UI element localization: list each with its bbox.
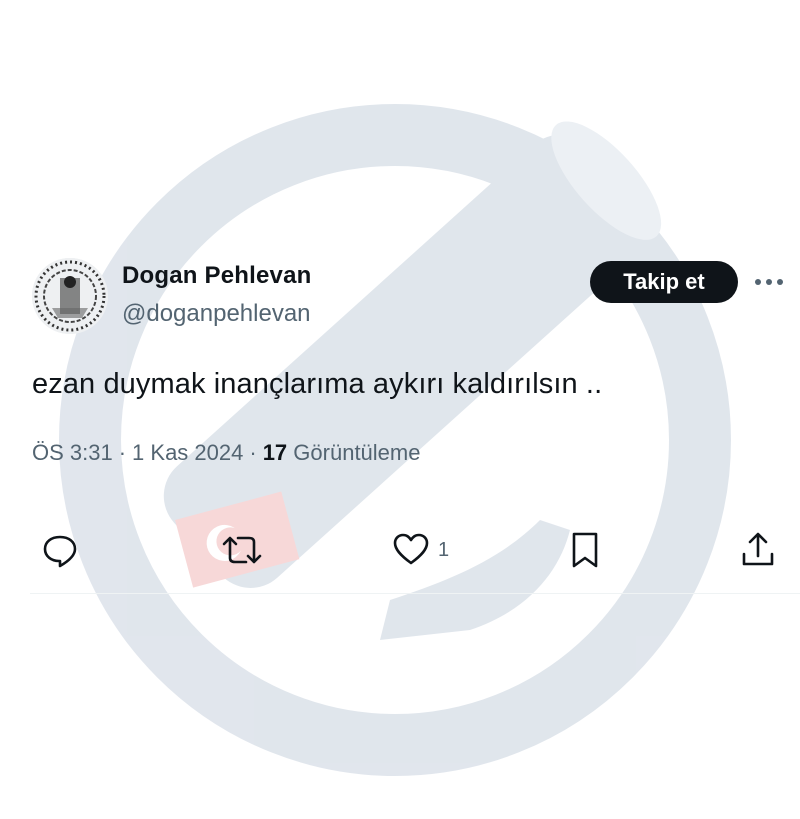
meta-separator: · <box>118 440 127 465</box>
tweet-card: Dogan Pehlevan @doganpehlevan Takip et e… <box>0 0 800 819</box>
author-handle[interactable]: @doganpehlevan <box>122 300 311 328</box>
share-icon <box>742 532 774 566</box>
avatar[interactable] <box>32 258 108 334</box>
tweet-time[interactable]: ÖS 3:31 <box>32 440 113 465</box>
divider <box>30 593 800 594</box>
share-button[interactable] <box>738 528 778 572</box>
tweet-text: ezan duymak inançlarıma aykırı kaldırıls… <box>32 368 603 400</box>
more-options-icon[interactable] <box>752 270 786 294</box>
like-count: 1 <box>438 538 450 561</box>
heart-icon <box>393 533 429 565</box>
tweet-actions-bar: 1 <box>0 528 800 572</box>
avatar-image <box>32 258 108 334</box>
bookmark-button[interactable] <box>566 528 604 572</box>
reply-button[interactable] <box>40 528 80 572</box>
views-count: 17 <box>262 440 288 465</box>
retweet-icon <box>222 536 262 564</box>
meta-separator: · <box>249 440 257 465</box>
retweet-button[interactable] <box>216 528 268 572</box>
tweet-meta: ÖS 3:31 · 1 Kas 2024 · 17 Görüntüleme <box>32 440 420 466</box>
views-label: Görüntüleme <box>293 440 421 465</box>
tweet-date[interactable]: 1 Kas 2024 <box>132 440 243 465</box>
follow-button[interactable]: Takip et <box>590 261 738 303</box>
bookmark-icon <box>572 532 598 568</box>
author-name[interactable]: Dogan Pehlevan <box>122 262 312 290</box>
reply-icon <box>43 535 77 568</box>
like-button[interactable]: 1 <box>392 528 449 572</box>
